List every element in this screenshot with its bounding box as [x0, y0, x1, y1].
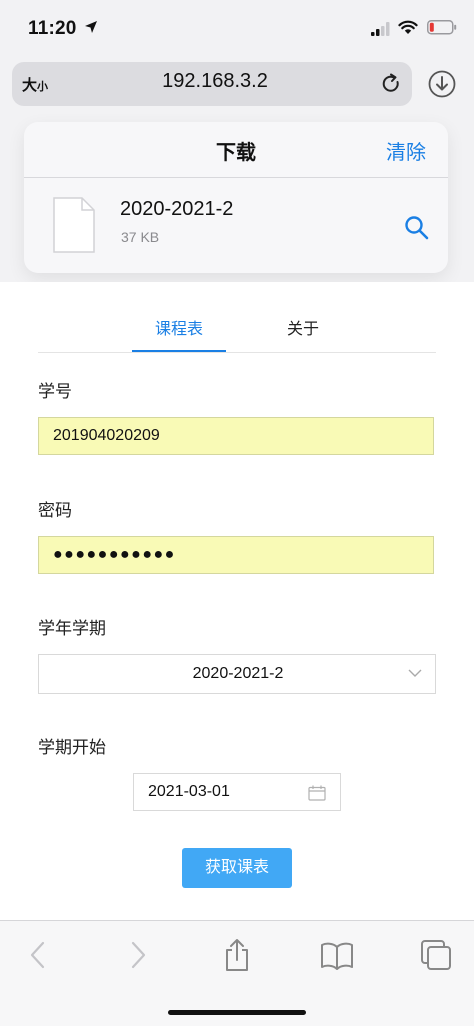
text-size-big-glyph: 大	[22, 77, 38, 94]
clear-downloads-button[interactable]: 清除	[386, 136, 426, 165]
term-start-value: 2021-03-01	[148, 783, 230, 800]
term-value: 2020-2021-2	[192, 665, 284, 682]
student-id-value: 201904020209	[53, 427, 160, 444]
divider	[24, 177, 448, 178]
battery-low-icon	[427, 20, 457, 35]
downloads-title: 下载	[216, 142, 256, 164]
url-text[interactable]: 192.168.3.2	[100, 70, 330, 93]
term-label: 学年学期	[38, 619, 106, 638]
search-icon[interactable]	[403, 214, 431, 242]
status-time: 11:20	[28, 18, 77, 39]
calendar-icon	[308, 785, 326, 801]
student-id-label: 学号	[38, 382, 72, 401]
downloads-icon[interactable]	[427, 69, 457, 99]
tabs-icon[interactable]	[419, 938, 453, 972]
student-id-input[interactable]: 201904020209	[38, 417, 434, 455]
download-file-name[interactable]: 2020-2021-2	[120, 198, 233, 221]
password-input[interactable]: ●●●●●●●●●●●	[38, 536, 434, 574]
share-icon[interactable]	[222, 938, 252, 972]
text-size-button[interactable]: 大小	[22, 74, 48, 95]
reload-icon[interactable]	[380, 73, 402, 95]
tab-schedule[interactable]: 课程表	[132, 315, 226, 339]
password-value: ●●●●●●●●●●●	[53, 546, 176, 563]
term-start-label: 学期开始	[38, 738, 106, 757]
location-arrow-icon	[85, 21, 97, 33]
wifi-icon	[398, 20, 418, 34]
password-label: 密码	[38, 501, 72, 520]
tab-divider	[38, 352, 436, 353]
text-size-small-glyph: 小	[37, 81, 49, 93]
file-icon[interactable]	[52, 196, 96, 254]
home-indicator[interactable]	[168, 1010, 306, 1015]
term-select[interactable]: 2020-2021-2	[38, 654, 436, 694]
get-schedule-button[interactable]: 获取课表	[182, 848, 292, 888]
tab-about[interactable]: 关于	[258, 315, 348, 339]
chevron-down-icon	[408, 669, 422, 677]
bookmarks-icon[interactable]	[319, 938, 355, 972]
download-file-size: 37 KB	[121, 229, 160, 245]
cellular-signal-icon	[371, 22, 390, 36]
forward-icon[interactable]	[126, 938, 150, 972]
back-icon[interactable]	[26, 938, 50, 972]
